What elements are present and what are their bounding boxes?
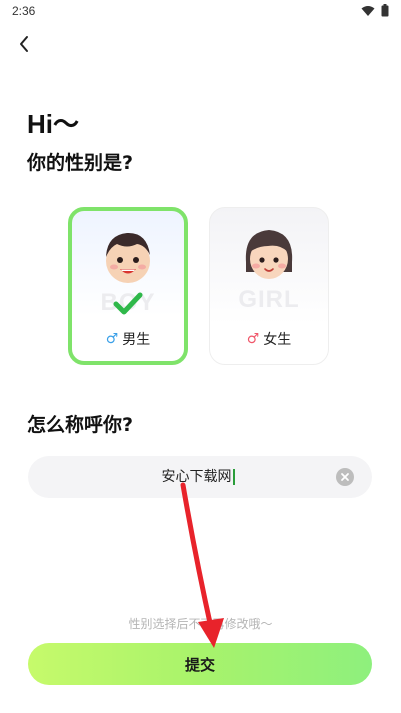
submit-button-label: 提交 [184, 655, 215, 674]
boy-avatar-icon [106, 232, 150, 283]
name-input[interactable]: 安心下载网 [68, 456, 328, 498]
status-bar: 2:36 [0, 0, 401, 24]
name-input-container[interactable]: 安心下载网 [28, 456, 372, 498]
male-symbol-icon: ♂ [105, 331, 119, 347]
check-icon [113, 292, 143, 315]
gender-question: 你的性别是? [27, 152, 134, 174]
hint-text: 性别选择后不可再修改哦～ [128, 617, 273, 631]
gender-label-male: ♂ 男生 [72, 329, 184, 349]
status-time: 2:36 [12, 4, 36, 18]
girl-avatar-icon [245, 230, 293, 279]
greeting-title: Hi～ [27, 109, 80, 139]
battery-icon [381, 4, 389, 17]
submit-button[interactable]: 提交 [28, 643, 372, 685]
name-input-value: 安心下载网 [161, 469, 232, 485]
gender-option-female[interactable]: GIRL ♂ 女生 [209, 207, 329, 365]
wifi-icon [361, 5, 375, 16]
gender-label-text: 女生 [263, 332, 292, 348]
clear-input-button[interactable] [336, 468, 354, 486]
text-caret [232, 469, 235, 485]
back-button[interactable] [12, 30, 36, 58]
card-watermark-girl: GIRL [238, 286, 300, 313]
status-icons [361, 4, 389, 17]
name-question: 怎么称呼你? [27, 414, 134, 436]
gender-option-male[interactable]: BOY ♂ 男生 [68, 207, 188, 365]
female-symbol-icon: ♂ [246, 331, 260, 347]
chevron-left-icon [20, 36, 28, 52]
gender-label-text: 男生 [122, 332, 151, 348]
clear-icon [341, 473, 349, 481]
gender-label-female: ♂ 女生 [210, 329, 328, 349]
